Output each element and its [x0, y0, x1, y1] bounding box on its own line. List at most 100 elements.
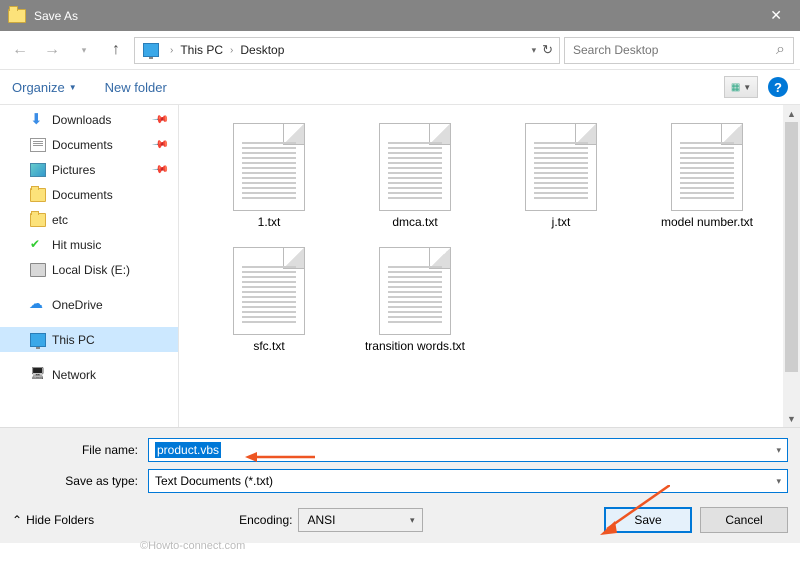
pic-icon	[30, 163, 46, 177]
type-value: Text Documents (*.txt)	[155, 474, 273, 488]
watermark: ©Howto-connect.com	[140, 540, 245, 552]
up-button[interactable]: ↑	[102, 36, 130, 64]
sidebar-item-thispc[interactable]: This PC	[0, 327, 178, 352]
type-label: Save as type:	[12, 474, 148, 488]
scroll-thumb[interactable]	[785, 122, 798, 372]
bottom-panel: File name: product.vbs ▾ Save as type: T…	[0, 427, 800, 543]
toolbar: Organize▼ New folder ▦▼ ?	[0, 70, 800, 105]
search-box[interactable]: ⌕	[564, 37, 794, 64]
new-folder-button[interactable]: New folder	[105, 80, 167, 95]
text-file-icon	[379, 247, 451, 335]
file-item[interactable]: model number.txt	[647, 123, 767, 229]
file-name: model number.txt	[661, 215, 753, 229]
dropdown-icon[interactable]: ▾	[776, 445, 781, 456]
chevron-icon: ›	[226, 45, 237, 56]
sidebar-item-label: Local Disk (E:)	[52, 263, 130, 277]
chevron-up-icon: ⌃	[12, 513, 22, 527]
filename-label: File name:	[12, 443, 148, 457]
music-icon	[30, 238, 46, 252]
sidebar-item-label: Downloads	[52, 113, 111, 127]
sidebar-item-label: Network	[52, 368, 96, 382]
sidebar-item-label: OneDrive	[52, 298, 103, 312]
type-combo[interactable]: Text Documents (*.txt) ▾	[148, 469, 788, 493]
file-name: sfc.txt	[253, 339, 284, 353]
sidebar-item-label: This PC	[52, 333, 95, 347]
search-icon[interactable]: ⌕	[776, 41, 785, 59]
doc-icon	[30, 138, 46, 152]
close-button[interactable]: ✕	[760, 3, 792, 28]
file-item[interactable]: sfc.txt	[209, 247, 329, 353]
sidebar: Downloads 📌 Documents 📌 Pictures 📌 Documents et…	[0, 105, 178, 427]
sidebar-item-onedrive[interactable]: OneDrive	[0, 292, 178, 317]
title-bar: Save As ✕	[0, 0, 800, 31]
file-item[interactable]: dmca.txt	[355, 123, 475, 229]
text-file-icon	[525, 123, 597, 211]
address-bar[interactable]: › This PC › Desktop ▾ ↻	[134, 37, 560, 64]
file-item[interactable]: 1.txt	[209, 123, 329, 229]
help-button[interactable]: ?	[768, 77, 788, 97]
cancel-button[interactable]: Cancel	[700, 507, 788, 533]
breadcrumb-leaf[interactable]: Desktop	[237, 43, 287, 57]
chevron-icon: ›	[166, 45, 177, 56]
text-file-icon	[671, 123, 743, 211]
file-name: transition words.txt	[365, 339, 465, 353]
filename-value: product.vbs	[155, 442, 221, 458]
hide-folders-button[interactable]: ⌃ Hide Folders	[12, 513, 94, 527]
address-dropdown-icon[interactable]: ▾	[532, 45, 537, 56]
file-pane: 1.txt dmca.txt j.txt model number.txt sfc.tx…	[178, 105, 800, 427]
filename-input[interactable]: product.vbs ▾	[148, 438, 788, 462]
folder-icon	[30, 213, 46, 227]
window-folder-icon	[8, 9, 26, 23]
sidebar-item-pictures[interactable]: Pictures 📌	[0, 157, 178, 182]
sidebar-item-label: Documents	[52, 138, 113, 152]
back-button[interactable]: ←	[6, 36, 34, 64]
thispc-icon	[140, 42, 162, 59]
file-name: dmca.txt	[392, 215, 437, 229]
encoding-value: ANSI	[307, 513, 335, 527]
file-name: j.txt	[552, 215, 571, 229]
sidebar-item-etc[interactable]: etc	[0, 207, 178, 232]
scroll-down-icon[interactable]: ▼	[783, 410, 800, 427]
pin-icon: 📌	[152, 160, 171, 179]
dropdown-icon[interactable]: ▾	[776, 476, 781, 487]
file-item[interactable]: transition words.txt	[355, 247, 475, 353]
nav-bar: ← → ▾ ↑ › This PC › Desktop ▾ ↻ ⌕	[0, 31, 800, 70]
text-file-icon	[233, 247, 305, 335]
sidebar-item-hitmusic[interactable]: Hit music	[0, 232, 178, 257]
folder-icon	[30, 188, 46, 202]
onedrive-icon	[30, 298, 46, 312]
sidebar-item-label: etc	[52, 213, 68, 227]
dl-icon	[30, 113, 46, 127]
dropdown-icon[interactable]: ▾	[410, 515, 415, 526]
encoding-combo[interactable]: ANSI ▾	[298, 508, 423, 532]
refresh-icon[interactable]: ↻	[542, 42, 553, 58]
net-icon	[30, 368, 46, 382]
text-file-icon	[233, 123, 305, 211]
sidebar-item-label: Documents	[52, 188, 113, 202]
breadcrumb-root[interactable]: This PC	[177, 43, 226, 57]
sidebar-item-downloads[interactable]: Downloads 📌	[0, 107, 178, 132]
pin-icon: 📌	[152, 110, 171, 129]
pc-icon	[30, 333, 46, 347]
sidebar-item-documents2[interactable]: Documents	[0, 182, 178, 207]
sidebar-item-documents[interactable]: Documents 📌	[0, 132, 178, 157]
scroll-up-icon[interactable]: ▲	[783, 105, 800, 122]
sidebar-item-label: Pictures	[52, 163, 95, 177]
pin-icon: 📌	[152, 135, 171, 154]
file-name: 1.txt	[258, 215, 281, 229]
recent-dropdown[interactable]: ▾	[70, 36, 98, 64]
forward-button[interactable]: →	[38, 36, 66, 64]
file-item[interactable]: j.txt	[501, 123, 621, 229]
sidebar-item-localdisk[interactable]: Local Disk (E:)	[0, 257, 178, 282]
search-input[interactable]	[573, 43, 776, 57]
window-title: Save As	[34, 9, 78, 23]
save-button[interactable]: Save	[604, 507, 692, 533]
organize-button[interactable]: Organize▼	[12, 80, 77, 95]
view-button[interactable]: ▦▼	[724, 76, 758, 98]
sidebar-item-label: Hit music	[52, 238, 101, 252]
sidebar-item-network[interactable]: Network	[0, 362, 178, 387]
scrollbar[interactable]: ▲ ▼	[783, 105, 800, 427]
encoding-label: Encoding:	[239, 513, 292, 527]
text-file-icon	[379, 123, 451, 211]
disk-icon	[30, 263, 46, 277]
